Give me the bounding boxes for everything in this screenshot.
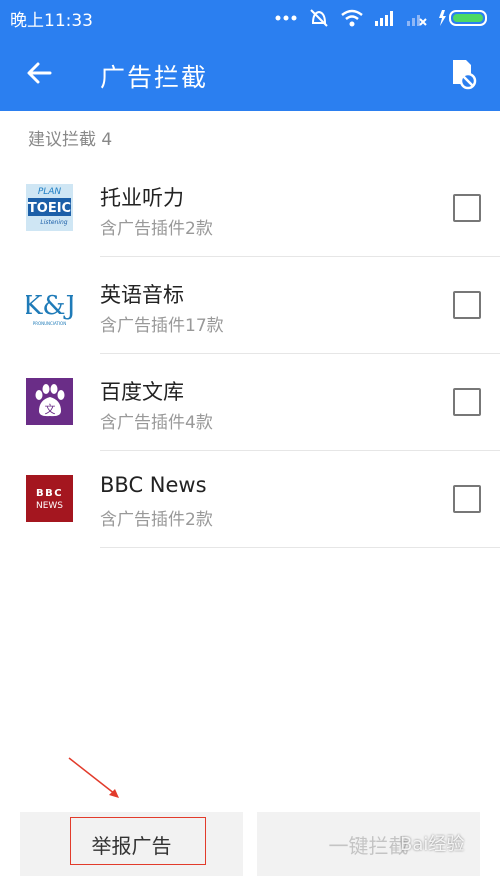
page-title: 广告拦截 bbox=[100, 63, 209, 92]
report-ad-label: 举报广告 bbox=[91, 833, 172, 858]
app-name: 托业听力 bbox=[100, 186, 184, 210]
svg-text:Listening: Listening bbox=[40, 219, 67, 226]
svg-text:BBC: BBC bbox=[36, 488, 63, 499]
list-item: PLAN TOEIC Listening 托业听力 含广告插件2款 bbox=[0, 160, 500, 257]
back-button[interactable] bbox=[22, 56, 56, 90]
signal-off-icon bbox=[407, 15, 427, 26]
ad-plugin-count: 含广告插件4款 bbox=[100, 413, 213, 433]
section-header: 建议拦截 4 bbox=[28, 130, 113, 150]
annotation-arrow bbox=[68, 757, 119, 798]
block-all-label: 一键拦截 bbox=[328, 833, 409, 858]
svg-text:TOEIC: TOEIC bbox=[28, 201, 71, 216]
ad-plugin-count: 含广告插件17款 bbox=[100, 316, 224, 336]
signal-icon bbox=[375, 11, 393, 26]
status-icons bbox=[274, 8, 490, 28]
status-bar: 晚上11:33 bbox=[0, 0, 500, 36]
ad-plugin-count: 含广告插件2款 bbox=[100, 510, 213, 530]
status-time: 晚上11:33 bbox=[10, 10, 93, 31]
svg-text:PRONUNCIATION: PRONUNCIATION bbox=[33, 321, 66, 326]
svg-text:PLAN: PLAN bbox=[38, 187, 62, 197]
svg-text:NEWS: NEWS bbox=[36, 501, 63, 511]
select-checkbox[interactable] bbox=[453, 291, 481, 319]
wifi-icon bbox=[341, 9, 363, 27]
bbc-news-app-icon: BBC NEWS bbox=[26, 475, 73, 522]
select-checkbox[interactable] bbox=[453, 194, 481, 222]
toeic-app-icon: PLAN TOEIC Listening bbox=[26, 184, 73, 231]
block-list-icon bbox=[453, 60, 477, 90]
divider bbox=[100, 547, 500, 548]
app-name: BBC News bbox=[100, 473, 207, 497]
select-checkbox[interactable] bbox=[453, 485, 481, 513]
app-bar: 广告拦截 bbox=[0, 36, 500, 111]
blocked-list-button[interactable] bbox=[444, 56, 478, 90]
back-arrow-icon bbox=[27, 62, 52, 84]
report-ad-button[interactable]: 举报广告 bbox=[20, 812, 243, 876]
kj-pronunciation-app-icon: K&J PRONUNCIATION bbox=[26, 281, 73, 328]
app-name: 英语音标 bbox=[100, 283, 184, 307]
list-item: K&J PRONUNCIATION 英语音标 含广告插件17款 bbox=[0, 257, 500, 354]
svg-text:K&J: K&J bbox=[26, 291, 73, 321]
baidu-wenku-app-icon: 文 bbox=[26, 378, 73, 425]
app-list: PLAN TOEIC Listening 托业听力 含广告插件2款 K&J PR… bbox=[0, 160, 500, 548]
select-checkbox[interactable] bbox=[453, 388, 481, 416]
ad-plugin-count: 含广告插件2款 bbox=[100, 219, 213, 239]
mute-alarm-icon bbox=[310, 9, 328, 27]
list-item: 文 百度文库 含广告插件4款 bbox=[0, 354, 500, 451]
list-item: BBC NEWS BBC News 含广告插件2款 bbox=[0, 451, 500, 548]
battery-icon bbox=[439, 10, 487, 26]
watermark: Bai经验 bbox=[400, 834, 465, 855]
more-dots-icon bbox=[275, 15, 297, 21]
app-name: 百度文库 bbox=[100, 380, 184, 404]
svg-text:文: 文 bbox=[45, 402, 56, 416]
